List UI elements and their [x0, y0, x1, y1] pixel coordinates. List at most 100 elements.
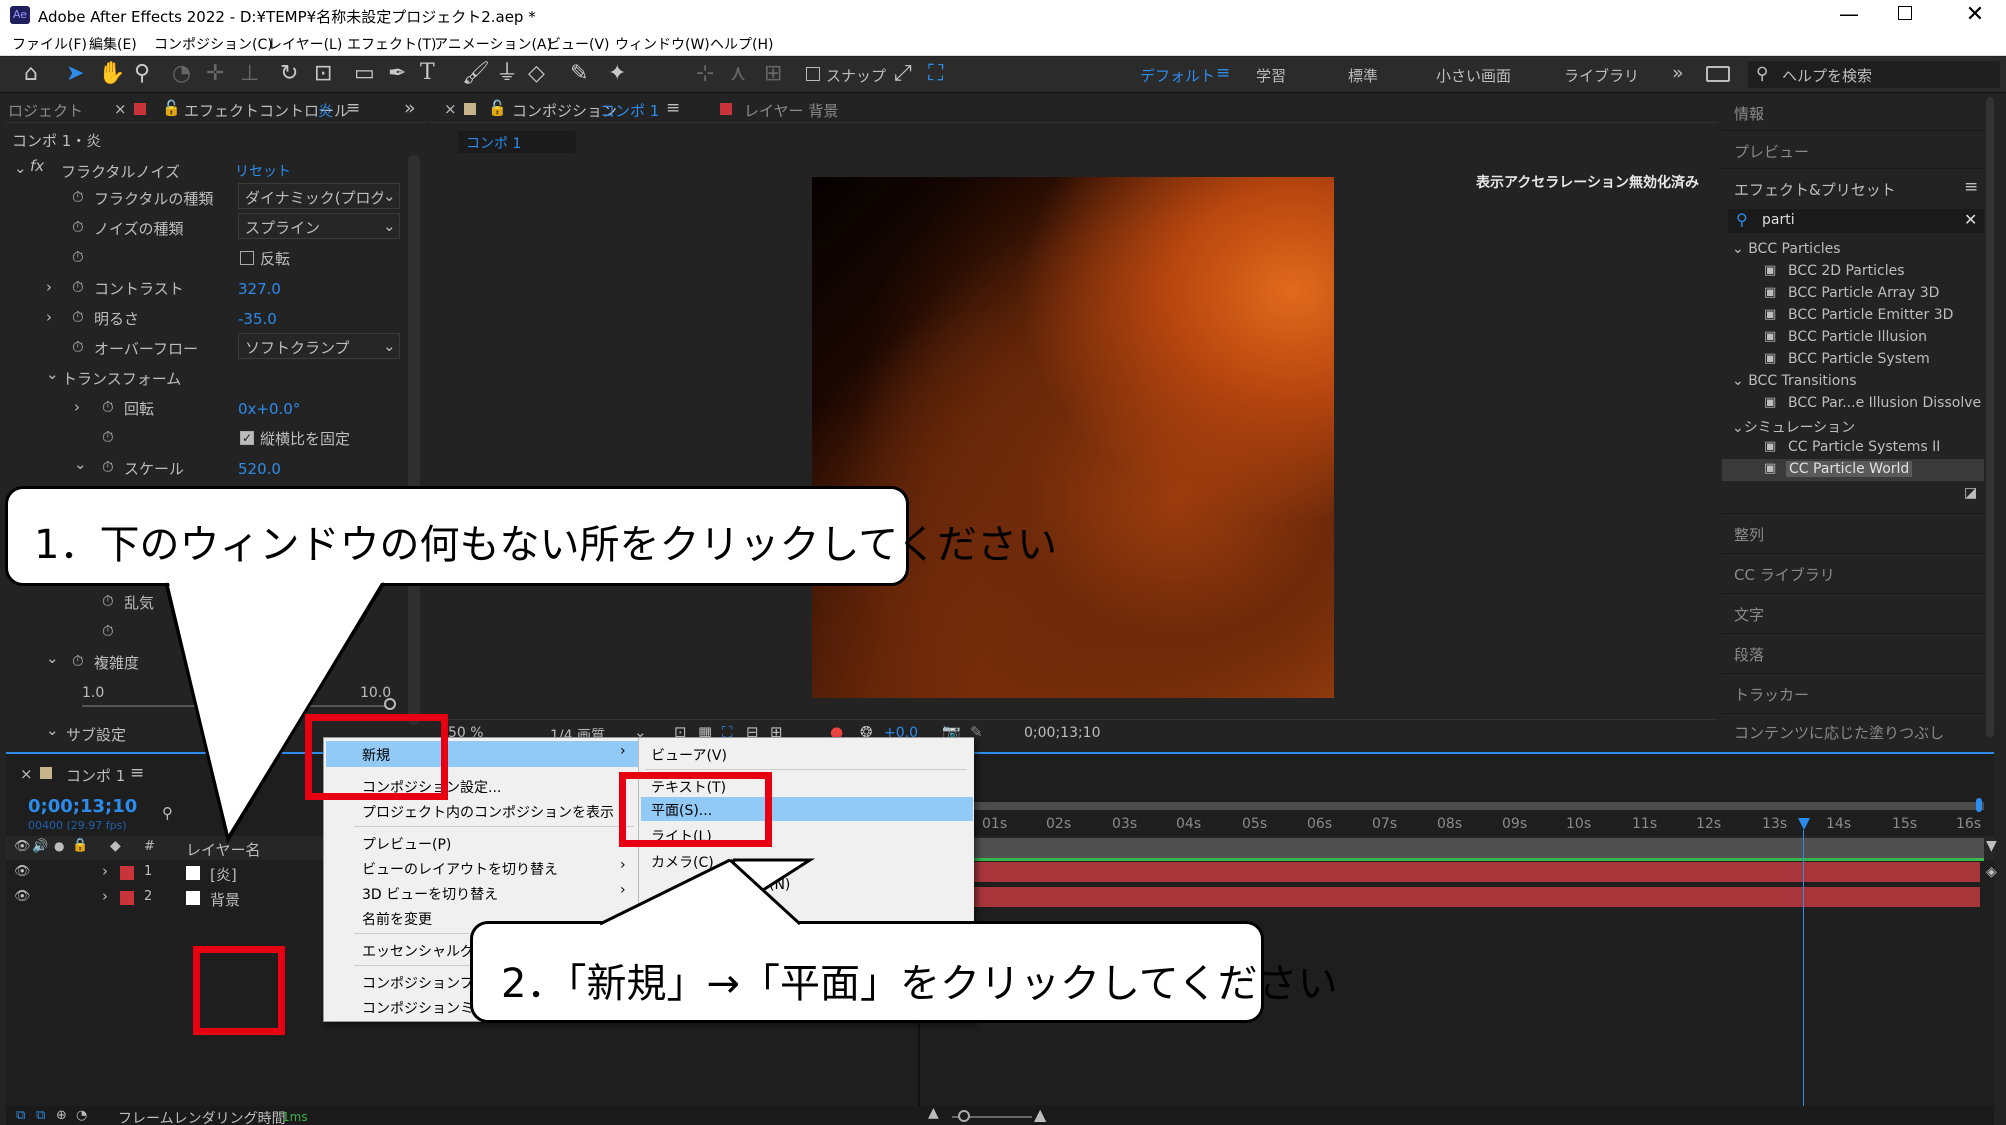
snap-options-icon[interactable]: ⤢: [894, 63, 912, 85]
eraser-tool-icon[interactable]: ◇: [528, 63, 545, 85]
dolly-tool-icon[interactable]: ⊥: [240, 63, 259, 85]
preview-section[interactable]: プレビュー: [1722, 133, 1984, 169]
menu-edit[interactable]: 編集(E): [89, 34, 137, 54]
tree-folder[interactable]: ⌄ BCC Particles: [1732, 241, 1841, 257]
submenu-item-null[interactable]: (N): [769, 877, 790, 893]
menu-item-switch-3d[interactable]: 3D ビューを切り替え: [362, 884, 498, 904]
tree-item[interactable]: BCC 2D Particles: [1788, 263, 1905, 279]
motion-blur-icon[interactable]: ◔: [76, 1108, 87, 1123]
zoom-tool-icon[interactable]: ⚲: [134, 63, 150, 85]
text-tool-icon[interactable]: T: [420, 62, 435, 84]
fx-icon[interactable]: fx: [30, 157, 44, 175]
layer-name[interactable]: 背景: [210, 889, 240, 910]
home-icon[interactable]: ⌂: [24, 63, 38, 85]
stopwatch-icon[interactable]: ⏱: [72, 278, 84, 296]
expand-icon[interactable]: ›: [74, 398, 80, 416]
lock-aspect-checkbox[interactable]: ✓: [240, 431, 254, 445]
menu-animation[interactable]: アニメーション(A): [434, 34, 552, 54]
close-icon[interactable]: ✕: [1962, 1, 1988, 29]
comp-timecode[interactable]: 0;00;13;10: [1024, 725, 1101, 741]
stopwatch-icon[interactable]: ⏱: [72, 218, 84, 236]
collapse-icon[interactable]: ⌄: [46, 721, 59, 739]
comp-chip[interactable]: コンポ 1: [458, 131, 576, 153]
stopwatch-icon[interactable]: ⏱: [72, 308, 84, 326]
effect-tab-accent[interactable]: 炎: [318, 100, 333, 121]
comp-flowchart-icon[interactable]: ⧉: [16, 1108, 25, 1123]
layer-duration-bar[interactable]: [920, 862, 1980, 882]
roto-tool-icon[interactable]: ✎: [570, 63, 588, 85]
tree-folder[interactable]: ⌄ BCC Transitions: [1732, 373, 1857, 389]
comp-viewer[interactable]: [812, 177, 1334, 698]
expand-icon[interactable]: ›: [102, 887, 108, 905]
tree-folder[interactable]: ⌄シミュレーション: [1732, 417, 1855, 437]
slider-handle[interactable]: [384, 698, 396, 710]
submenu-item-camera[interactable]: カメラ(C): [651, 852, 714, 872]
clear-search-icon[interactable]: ✕: [1964, 210, 1977, 229]
timeline-timecode[interactable]: 0;00;13;10: [28, 796, 137, 817]
visibility-icon[interactable]: 👁: [14, 889, 31, 904]
layer-label-color[interactable]: [120, 891, 134, 905]
workspace-overflow-icon[interactable]: »: [1672, 62, 1684, 84]
tree-item[interactable]: BCC Par...e Illusion Dissolve: [1788, 395, 1981, 411]
label-column-icon[interactable]: ◆: [110, 838, 121, 854]
brightness-value[interactable]: -35.0: [238, 310, 277, 328]
time-ruler[interactable]: 01s 02s 03s 04s 05s 06s 07s 08s 09s 10s …: [920, 812, 1984, 836]
complexity-slider[interactable]: [82, 705, 392, 707]
menu-window[interactable]: ウィンドウ(W): [615, 34, 710, 54]
axis-local-icon[interactable]: ⋏: [730, 63, 746, 85]
timeline-search-icon[interactable]: ⚲: [162, 804, 173, 822]
layer-name[interactable]: [炎]: [210, 864, 237, 885]
comp-button-icon[interactable]: ◈: [1986, 864, 1997, 880]
work-area-end-handle[interactable]: [1976, 798, 1982, 812]
stopwatch-icon[interactable]: ⏱: [72, 188, 84, 206]
lock-column-icon[interactable]: 🔒: [72, 838, 88, 853]
layer-name-header[interactable]: レイヤー名: [186, 839, 261, 860]
lock-icon[interactable]: 🔓: [162, 99, 181, 117]
puppet-tool-icon[interactable]: ✦: [608, 63, 626, 85]
expand-icon[interactable]: ›: [46, 278, 52, 296]
character-section[interactable]: 文字: [1722, 593, 1984, 629]
frame-blend-icon[interactable]: ⊕: [56, 1108, 67, 1123]
zoom-slider-handle[interactable]: [958, 1110, 970, 1122]
submenu-item-viewer[interactable]: ビューア(V): [651, 745, 727, 765]
work-area-bar[interactable]: [920, 802, 1984, 810]
selection-tool-icon[interactable]: ➤: [66, 63, 84, 85]
content-aware-fill-section[interactable]: コンテンツに応じた塗りつぶし: [1722, 713, 1984, 747]
tree-item[interactable]: CC Particle Systems II: [1788, 439, 1940, 455]
stopwatch-icon[interactable]: ⏱: [102, 428, 114, 446]
tree-item[interactable]: BCC Particle Illusion: [1788, 329, 1927, 345]
reset-link[interactable]: リセット: [235, 161, 291, 181]
workspace-standard[interactable]: 標準: [1348, 65, 1378, 86]
collapse-effect-icon[interactable]: ⌄: [14, 159, 27, 177]
lock-icon[interactable]: 🔓: [488, 99, 507, 117]
effects-search-input[interactable]: ⚲ parti ✕: [1728, 209, 1984, 233]
fractal-type-dropdown[interactable]: ダイナミック(プログレ ⌄: [238, 183, 400, 209]
workspace-default[interactable]: デフォルト: [1140, 65, 1215, 86]
orbit-tool-icon[interactable]: ◔: [172, 63, 191, 85]
cc-libraries-section[interactable]: CC ライブラリ: [1722, 553, 1984, 589]
panel-menu-icon[interactable]: ≡: [666, 98, 680, 118]
menu-item-rename[interactable]: 名前を変更: [362, 909, 432, 929]
zoom-in-icon[interactable]: ▲: [1034, 1105, 1046, 1124]
project-tab[interactable]: ロジェクト: [8, 100, 83, 121]
snap-checkbox[interactable]: [806, 67, 820, 81]
menu-view[interactable]: ビュー(V): [547, 34, 610, 54]
info-section[interactable]: 情報: [1722, 95, 1984, 131]
help-search-box[interactable]: ⚲ ヘルプを検索: [1748, 61, 2000, 88]
layer-duration-bar[interactable]: [920, 887, 1980, 907]
panel-menu-icon[interactable]: ≡: [346, 98, 360, 118]
audio-toggle-icon[interactable]: 🔊: [32, 839, 48, 854]
stopwatch-icon[interactable]: ⏱: [102, 622, 114, 640]
stopwatch-icon[interactable]: ⏱: [102, 592, 114, 610]
close-tab-icon[interactable]: ×: [114, 100, 127, 118]
scale-value[interactable]: 520.0: [238, 460, 281, 478]
video-toggle-icon[interactable]: 👁: [14, 839, 31, 854]
menu-item-preview[interactable]: プレビュー(P): [362, 834, 451, 854]
workspace-learn[interactable]: 学習: [1256, 65, 1286, 86]
panel-menu-icon[interactable]: ≡: [1964, 177, 1978, 197]
zoom-out-icon[interactable]: ▲: [928, 1105, 939, 1121]
layer-label-color[interactable]: [120, 866, 134, 880]
stopwatch-icon[interactable]: ⏱: [102, 458, 114, 476]
expand-icon[interactable]: ›: [46, 308, 52, 326]
menu-file[interactable]: ファイル(F): [12, 34, 87, 54]
